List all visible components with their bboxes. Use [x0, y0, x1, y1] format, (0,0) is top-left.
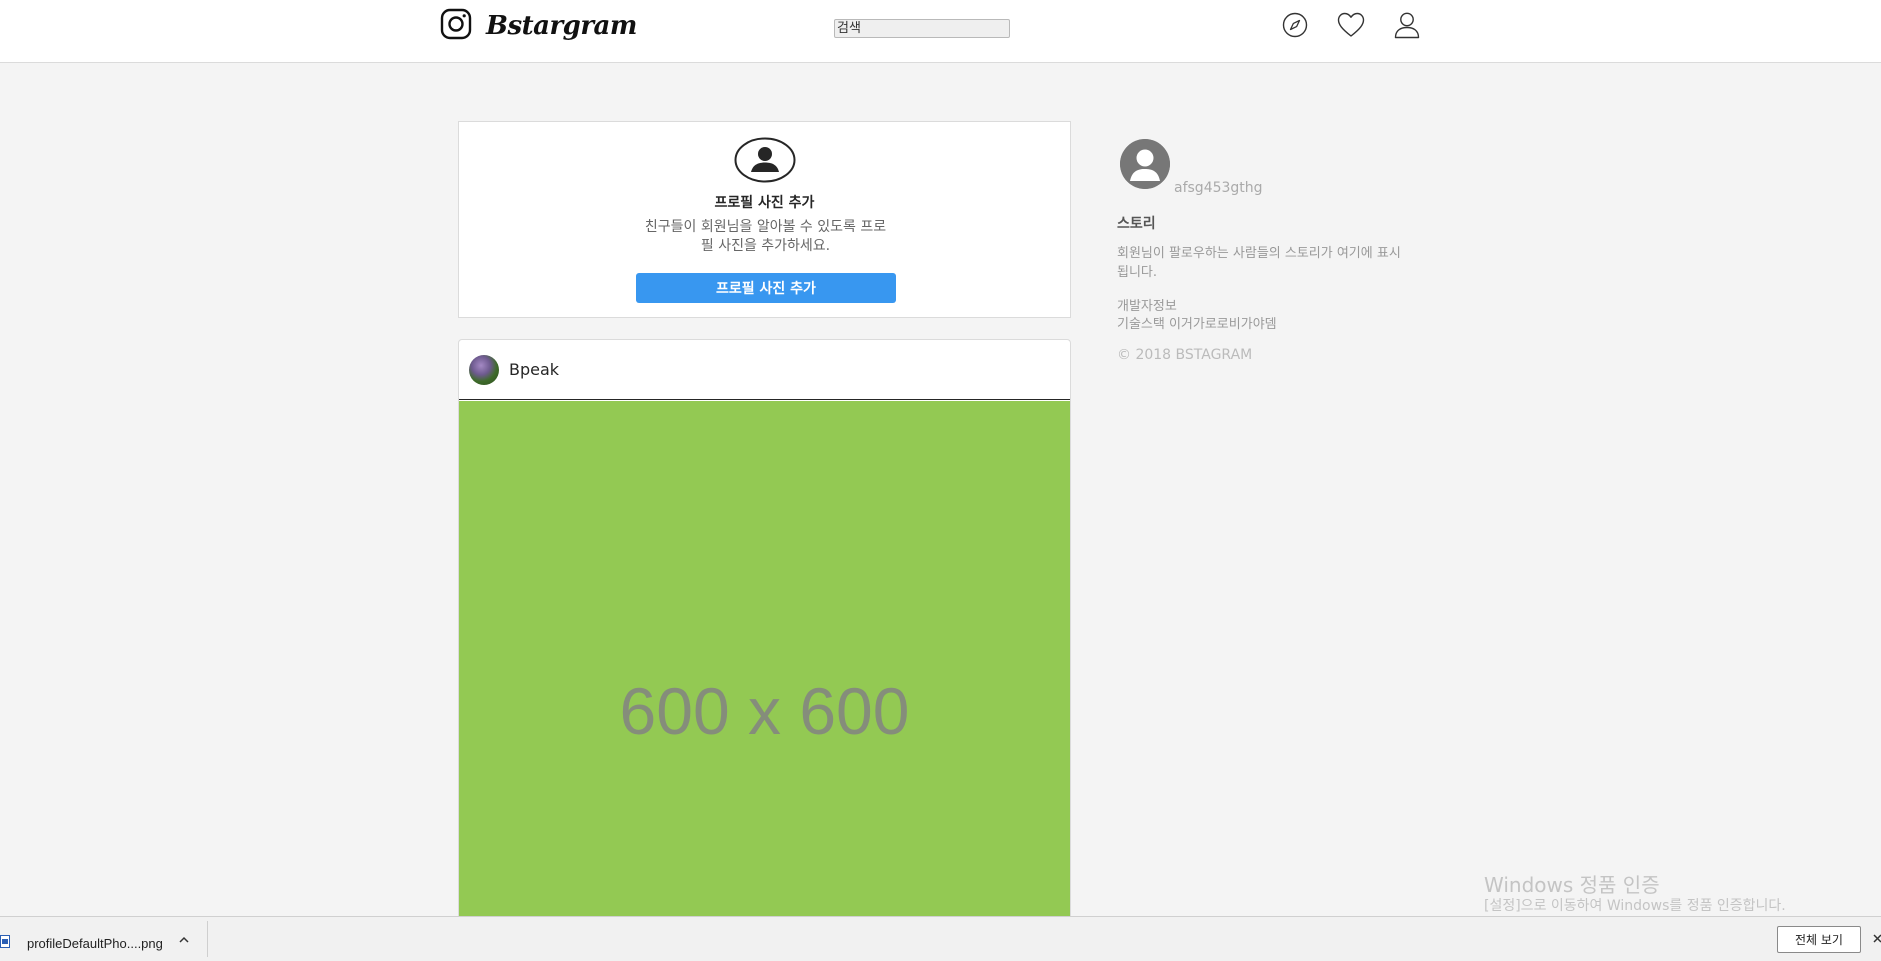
tech-stack-link[interactable]: 기술스택 이거가로로비가야뎀: [1117, 313, 1277, 332]
stories-description: 회원님이 팔로우하는 사람들의 스토리가 여기에 표시됩니다.: [1117, 246, 1401, 280]
add-profile-photo-description: 친구들이 회원님을 알아볼 수 있도록 프로필 사진을 추가하세요.: [644, 219, 887, 254]
heart-icon[interactable]: [1336, 10, 1366, 40]
post-header: Bpeak: [459, 340, 1070, 400]
default-avatar-icon: [1120, 139, 1170, 189]
sidebar-username[interactable]: afsg453gthg: [1174, 180, 1263, 196]
show-all-downloads-button[interactable]: 전체 보기: [1777, 926, 1861, 953]
developer-info-link[interactable]: 개발자정보: [1117, 295, 1177, 314]
add-profile-photo-title: 프로필 사진 추가: [714, 195, 815, 211]
post-image[interactable]: 600 x 600: [459, 401, 1070, 960]
instagram-camera-icon: [440, 8, 472, 44]
user-icon[interactable]: [1392, 10, 1422, 40]
logo[interactable]: Bstargram: [440, 8, 637, 44]
profile-placeholder-icon: [734, 137, 796, 187]
post-author-username[interactable]: Bpeak: [509, 360, 559, 379]
add-profile-photo-button[interactable]: 프로필 사진 추가: [636, 273, 896, 303]
chevron-up-icon[interactable]: [177, 932, 191, 946]
copyright: © 2018 BSTAGRAM: [1117, 347, 1253, 363]
close-icon[interactable]: [1873, 931, 1881, 947]
post-image-placeholder-text: 600 x 600: [619, 674, 910, 748]
stories-heading: 스토리: [1117, 216, 1156, 232]
windows-activation-title: Windows 정품 인증: [1484, 873, 1660, 897]
post-author-avatar[interactable]: [469, 355, 499, 385]
top-navigation-bar: Bstargram: [0, 0, 1881, 63]
file-icon: [0, 933, 10, 948]
compass-icon[interactable]: [1280, 10, 1310, 40]
add-profile-photo-card: 프로필 사진 추가 친구들이 회원님을 알아볼 수 있도록 프로필 사진을 추가…: [458, 121, 1071, 318]
logo-text: Bstargram: [486, 11, 637, 41]
download-filename[interactable]: profileDefaultPho....png: [27, 936, 163, 951]
sidebar-avatar[interactable]: [1120, 139, 1170, 189]
search-input[interactable]: [834, 19, 1010, 38]
feed-post: Bpeak 600 x 600: [458, 339, 1071, 960]
download-bar: profileDefaultPho....png 전체 보기: [0, 916, 1881, 961]
windows-activation-subtitle: [설정]으로 이동하여 Windows를 정품 인증합니다.: [1484, 898, 1786, 914]
download-bar-divider: [207, 921, 208, 957]
